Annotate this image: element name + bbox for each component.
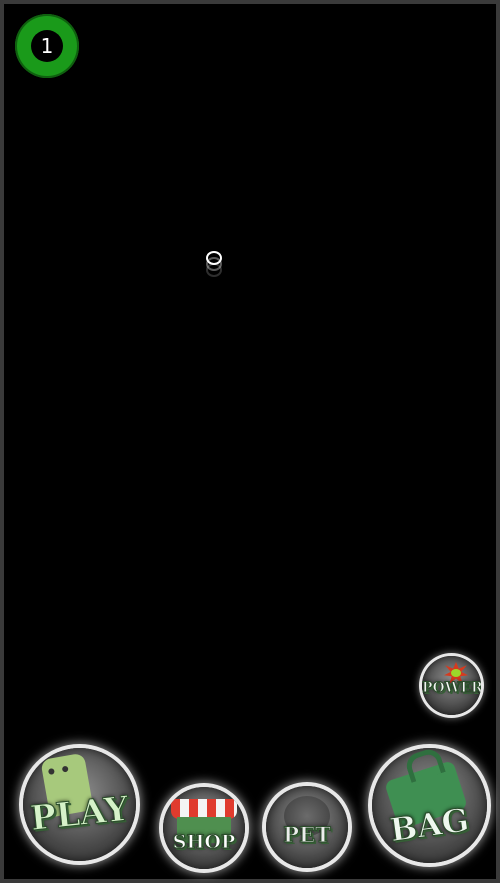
power-button[interactable]: POWER [422, 656, 481, 715]
loading-rings-icon [204, 251, 222, 283]
game-viewport: 1 POWER PLAY SHOP PET BAG [0, 0, 500, 883]
power-button-label: POWER [422, 680, 481, 697]
bag-button[interactable]: BAG [372, 748, 487, 863]
shop-button[interactable]: SHOP [163, 787, 245, 869]
play-button-label: PLAY [28, 788, 131, 840]
shop-awning-icon [171, 799, 237, 819]
bag-button-label: BAG [387, 800, 472, 850]
level-badge: 1 [15, 14, 79, 78]
loader-ring [206, 251, 222, 265]
shop-button-label: SHOP [172, 831, 236, 854]
level-number: 1 [31, 30, 63, 62]
pet-button[interactable]: PET [266, 786, 348, 868]
pet-button-label: PET [283, 822, 331, 848]
play-button[interactable]: PLAY [23, 748, 136, 861]
